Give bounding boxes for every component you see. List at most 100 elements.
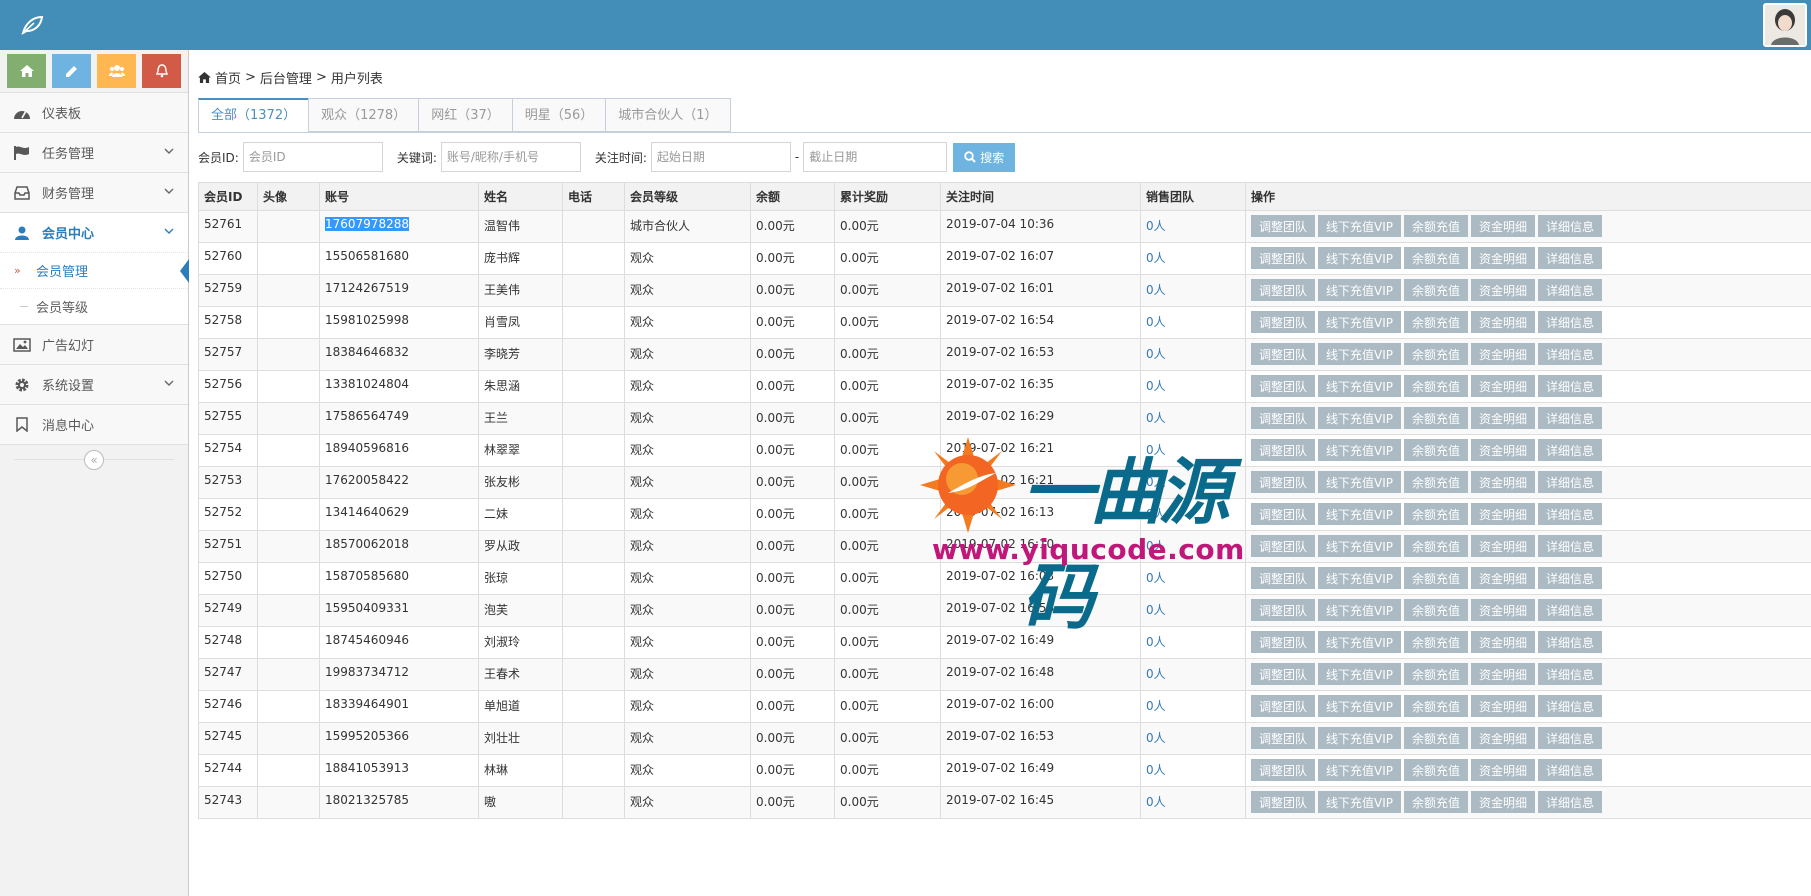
- offline-vip-recharge-button[interactable]: 线下充值VIP: [1318, 759, 1402, 781]
- fund-details-button[interactable]: 资金明细: [1471, 471, 1536, 493]
- sidebar-item-ads[interactable]: 广告幻灯: [0, 324, 188, 364]
- cell-sales-team[interactable]: 0人: [1140, 594, 1246, 627]
- adjust-team-button[interactable]: 调整团队: [1251, 599, 1316, 621]
- balance-recharge-button[interactable]: 余额充值: [1404, 503, 1469, 525]
- balance-recharge-button[interactable]: 余额充值: [1404, 695, 1469, 717]
- adjust-team-button[interactable]: 调整团队: [1251, 503, 1316, 525]
- balance-recharge-button[interactable]: 余额充值: [1404, 727, 1469, 749]
- sidebar-item-dashboard[interactable]: 仪表板: [0, 92, 188, 132]
- details-button[interactable]: 详细信息: [1538, 695, 1603, 717]
- fund-details-button[interactable]: 资金明细: [1471, 503, 1536, 525]
- adjust-team-button[interactable]: 调整团队: [1251, 759, 1316, 781]
- cell-sales-team[interactable]: 0人: [1140, 722, 1246, 755]
- offline-vip-recharge-button[interactable]: 线下充值VIP: [1318, 439, 1402, 461]
- cell-sales-team[interactable]: 0人: [1140, 626, 1246, 659]
- adjust-team-button[interactable]: 调整团队: [1251, 247, 1316, 269]
- member-id-input[interactable]: [242, 142, 383, 172]
- balance-recharge-button[interactable]: 余额充值: [1404, 663, 1469, 685]
- cell-sales-team[interactable]: 0人: [1140, 242, 1246, 275]
- balance-recharge-button[interactable]: 余额充值: [1404, 215, 1469, 237]
- fund-details-button[interactable]: 资金明细: [1471, 311, 1536, 333]
- fund-details-button[interactable]: 资金明细: [1471, 759, 1536, 781]
- fund-details-button[interactable]: 资金明细: [1471, 663, 1536, 685]
- adjust-team-button[interactable]: 调整团队: [1251, 407, 1316, 429]
- details-button[interactable]: 详细信息: [1538, 247, 1603, 269]
- cell-sales-team[interactable]: 0人: [1140, 210, 1246, 243]
- tab-influencer[interactable]: 网红（37）: [418, 98, 513, 132]
- sidebar-item-messages[interactable]: 消息中心: [0, 404, 188, 444]
- cell-sales-team[interactable]: 0人: [1140, 562, 1246, 595]
- fund-details-button[interactable]: 资金明细: [1471, 439, 1536, 461]
- fund-details-button[interactable]: 资金明细: [1471, 279, 1536, 301]
- tab-audience[interactable]: 观众（1278）: [308, 98, 420, 132]
- cell-sales-team[interactable]: 0人: [1140, 786, 1246, 819]
- cell-sales-team[interactable]: 0人: [1140, 498, 1246, 531]
- cell-sales-team[interactable]: 0人: [1140, 306, 1246, 339]
- fund-details-button[interactable]: 资金明细: [1471, 791, 1536, 813]
- cell-sales-team[interactable]: 0人: [1140, 434, 1246, 467]
- adjust-team-button[interactable]: 调整团队: [1251, 663, 1316, 685]
- tab-city-partner[interactable]: 城市合伙人（1）: [605, 98, 731, 132]
- keyword-input[interactable]: [440, 142, 581, 172]
- cell-sales-team[interactable]: 0人: [1140, 370, 1246, 403]
- adjust-team-button[interactable]: 调整团队: [1251, 279, 1316, 301]
- offline-vip-recharge-button[interactable]: 线下充值VIP: [1318, 695, 1402, 717]
- details-button[interactable]: 详细信息: [1538, 599, 1603, 621]
- cell-sales-team[interactable]: 0人: [1140, 658, 1246, 691]
- adjust-team-button[interactable]: 调整团队: [1251, 791, 1316, 813]
- fund-details-button[interactable]: 资金明细: [1471, 567, 1536, 589]
- adjust-team-button[interactable]: 调整团队: [1251, 439, 1316, 461]
- adjust-team-button[interactable]: 调整团队: [1251, 631, 1316, 653]
- fund-details-button[interactable]: 资金明细: [1471, 631, 1536, 653]
- end-date-input[interactable]: [803, 142, 948, 172]
- sidebar-collapse-button[interactable]: «: [84, 450, 104, 470]
- details-button[interactable]: 详细信息: [1538, 375, 1603, 397]
- fund-details-button[interactable]: 资金明细: [1471, 247, 1536, 269]
- sidebar-subitem-member-manage[interactable]: » 会员管理: [0, 252, 189, 288]
- details-button[interactable]: 详细信息: [1538, 215, 1603, 237]
- balance-recharge-button[interactable]: 余额充值: [1404, 343, 1469, 365]
- sidebar-item-tasks[interactable]: 任务管理: [0, 132, 188, 172]
- balance-recharge-button[interactable]: 余额充值: [1404, 439, 1469, 461]
- leaf-logo-icon[interactable]: [20, 14, 44, 36]
- offline-vip-recharge-button[interactable]: 线下充值VIP: [1318, 599, 1402, 621]
- search-button[interactable]: 搜索: [953, 142, 1016, 172]
- adjust-team-button[interactable]: 调整团队: [1251, 695, 1316, 717]
- cell-sales-team[interactable]: 0人: [1140, 466, 1246, 499]
- details-button[interactable]: 详细信息: [1538, 663, 1603, 685]
- details-button[interactable]: 详细信息: [1538, 439, 1603, 461]
- details-button[interactable]: 详细信息: [1538, 567, 1603, 589]
- offline-vip-recharge-button[interactable]: 线下充值VIP: [1318, 567, 1402, 589]
- cell-sales-team[interactable]: 0人: [1140, 338, 1246, 371]
- adjust-team-button[interactable]: 调整团队: [1251, 471, 1316, 493]
- balance-recharge-button[interactable]: 余额充值: [1404, 247, 1469, 269]
- adjust-team-button[interactable]: 调整团队: [1251, 215, 1316, 237]
- balance-recharge-button[interactable]: 余额充值: [1404, 407, 1469, 429]
- fund-details-button[interactable]: 资金明细: [1471, 343, 1536, 365]
- cell-sales-team[interactable]: 0人: [1140, 274, 1246, 307]
- details-button[interactable]: 详细信息: [1538, 791, 1603, 813]
- breadcrumb-admin-link[interactable]: 后台管理: [260, 68, 312, 87]
- balance-recharge-button[interactable]: 余额充值: [1404, 759, 1469, 781]
- sidebar-item-settings[interactable]: 系统设置: [0, 364, 188, 404]
- shortcut-edit-button[interactable]: [52, 54, 91, 88]
- cell-sales-team[interactable]: 0人: [1140, 690, 1246, 723]
- balance-recharge-button[interactable]: 余额充值: [1404, 599, 1469, 621]
- adjust-team-button[interactable]: 调整团队: [1251, 375, 1316, 397]
- shortcut-notify-button[interactable]: [142, 54, 181, 88]
- details-button[interactable]: 详细信息: [1538, 631, 1603, 653]
- details-button[interactable]: 详细信息: [1538, 727, 1603, 749]
- balance-recharge-button[interactable]: 余额充值: [1404, 535, 1469, 557]
- fund-details-button[interactable]: 资金明细: [1471, 215, 1536, 237]
- offline-vip-recharge-button[interactable]: 线下充值VIP: [1318, 279, 1402, 301]
- balance-recharge-button[interactable]: 余额充值: [1404, 631, 1469, 653]
- offline-vip-recharge-button[interactable]: 线下充值VIP: [1318, 631, 1402, 653]
- breadcrumb-home-link[interactable]: 首页: [215, 68, 241, 87]
- sidebar-subitem-member-level[interactable]: 会员等级: [0, 288, 188, 324]
- cell-sales-team[interactable]: 0人: [1140, 754, 1246, 787]
- details-button[interactable]: 详细信息: [1538, 279, 1603, 301]
- balance-recharge-button[interactable]: 余额充值: [1404, 471, 1469, 493]
- cell-sales-team[interactable]: 0人: [1140, 402, 1246, 435]
- details-button[interactable]: 详细信息: [1538, 759, 1603, 781]
- tab-all[interactable]: 全部（1372）: [198, 98, 310, 133]
